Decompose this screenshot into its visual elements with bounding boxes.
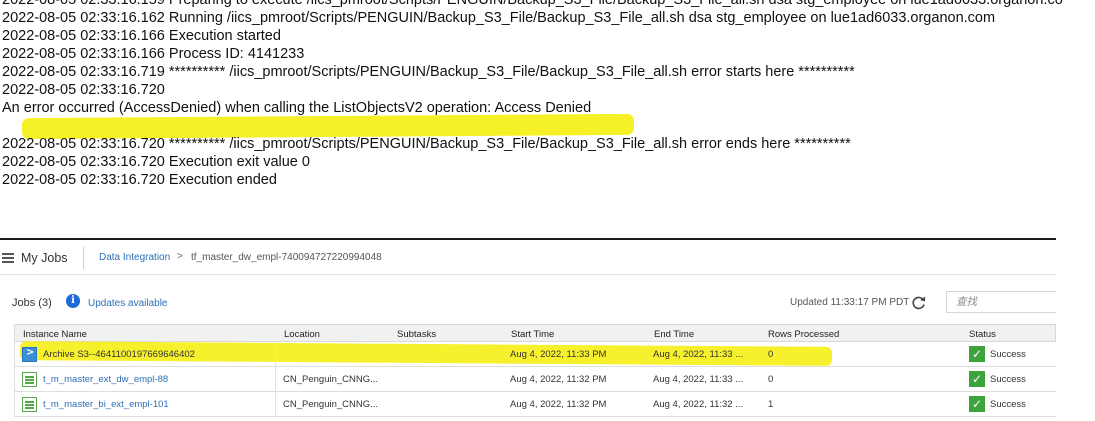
start-time: Aug 4, 2022, 11:32 PM <box>510 399 607 410</box>
jobs-toolbar: Jobs (3) i Updates available Updated 11:… <box>0 290 1056 316</box>
status-badge: Success <box>990 399 1026 410</box>
location: CN_Penguin_CNNG... <box>283 399 379 410</box>
status-badge: Success <box>990 349 1026 360</box>
column-header-location[interactable]: Location <box>284 329 320 340</box>
breadcrumb-data-integration[interactable]: Data Integration <box>99 252 170 263</box>
status-badge: Success <box>990 374 1026 385</box>
my-jobs-panel: My Jobs Data Integration > tf_master_dw_… <box>0 238 1095 421</box>
breadcrumb-job-name: tf_master_dw_empl-740094727220994048 <box>191 252 382 263</box>
table-row[interactable]: Archive S3--4641100197669646402 Aug 4, 2… <box>14 341 1056 367</box>
rows-processed: 1 <box>768 399 774 410</box>
table-row[interactable]: t_m_master_ext_dw_empl-88 CN_Penguin_CNN… <box>14 367 1056 392</box>
column-header-subtasks[interactable]: Subtasks <box>397 329 436 340</box>
info-icon: i <box>66 294 80 308</box>
checkmark-icon: ✓ <box>969 371 985 387</box>
log-line: 2022-08-05 02:33:16.159 Preparing to exe… <box>2 0 1063 8</box>
column-header-start-time[interactable]: Start Time <box>511 329 554 340</box>
rows-processed: 0 <box>768 374 774 385</box>
rows-processed: 0 <box>768 349 774 360</box>
instance-name-link[interactable]: t_m_master_ext_dw_empl-88 <box>43 374 273 385</box>
breadcrumb: My Jobs Data Integration > tf_master_dw_… <box>0 244 1056 272</box>
log-line: 2022-08-05 02:33:16.720 <box>2 82 165 98</box>
log-line: 2022-08-05 02:33:16.166 Process ID: 4141… <box>2 46 305 62</box>
instance-name-link[interactable]: t_m_master_bi_ext_empl-101 <box>43 399 273 410</box>
mapping-task-icon <box>22 372 37 387</box>
table-header: Instance Name Location Subtasks Start Ti… <box>14 324 1056 342</box>
search-box <box>946 291 1056 313</box>
row-border <box>14 367 15 392</box>
refresh-icon[interactable] <box>910 294 928 312</box>
start-time: Aug 4, 2022, 11:32 PM <box>510 374 607 385</box>
breadcrumb-my-jobs[interactable]: My Jobs <box>21 251 68 265</box>
menu-icon[interactable] <box>2 253 14 263</box>
log-line: 2022-08-05 02:33:16.162 Running /iics_pm… <box>2 10 996 26</box>
end-time: Aug 4, 2022, 11:32 ... <box>653 399 744 410</box>
start-time: Aug 4, 2022, 11:33 PM <box>510 349 607 360</box>
instance-name: Archive S3--4641100197669646402 <box>43 349 195 360</box>
log-line: 2022-08-05 02:33:16.166 Execution starte… <box>2 28 281 44</box>
column-header-end-time[interactable]: End Time <box>654 329 694 340</box>
cell-divider <box>275 392 276 417</box>
log-line: 2022-08-05 02:33:16.720 Execution exit v… <box>2 154 310 170</box>
mapping-task-icon <box>22 397 37 412</box>
log-line: 2022-08-05 02:33:16.720 Execution ended <box>2 172 277 188</box>
column-header-status[interactable]: Status <box>969 329 996 340</box>
cell-divider <box>275 367 276 392</box>
search-input[interactable] <box>947 292 1056 312</box>
log-line: 2022-08-05 02:33:16.719 ********** /iics… <box>2 64 855 80</box>
row-border <box>14 342 15 367</box>
column-header-rows-processed[interactable]: Rows Processed <box>768 329 839 340</box>
updates-available-link[interactable]: Updates available <box>88 298 168 309</box>
header-divider <box>0 274 1056 275</box>
table-row[interactable]: t_m_master_bi_ext_empl-101 CN_Penguin_CN… <box>14 392 1056 417</box>
column-header-instance-name[interactable]: Instance Name <box>23 329 87 340</box>
log-error-line: An error occurred (AccessDenied) when ca… <box>2 100 592 116</box>
jobs-table: Instance Name Location Subtasks Start Ti… <box>14 324 1056 417</box>
location: CN_Penguin_CNNG... <box>283 374 379 385</box>
checkmark-icon: ✓ <box>969 396 985 412</box>
updated-time: Updated 11:33:17 PM PDT <box>790 297 910 308</box>
chevron-right-icon: > <box>177 251 183 262</box>
execution-log: 2022-08-05 02:33:16.159 Preparing to exe… <box>2 0 1095 189</box>
checkmark-icon: ✓ <box>969 346 985 362</box>
archive-icon <box>22 347 37 362</box>
breadcrumb-separator <box>83 247 84 269</box>
panel-divider <box>0 238 1056 240</box>
log-line: 2022-08-05 02:33:16.720 ********** /iics… <box>2 136 851 152</box>
end-time: Aug 4, 2022, 11:33 ... <box>653 374 744 385</box>
jobs-count: Jobs (3) <box>12 297 52 309</box>
row-border <box>14 392 15 417</box>
cell-divider <box>275 342 276 367</box>
end-time: Aug 4, 2022, 11:33 ... <box>653 349 744 360</box>
